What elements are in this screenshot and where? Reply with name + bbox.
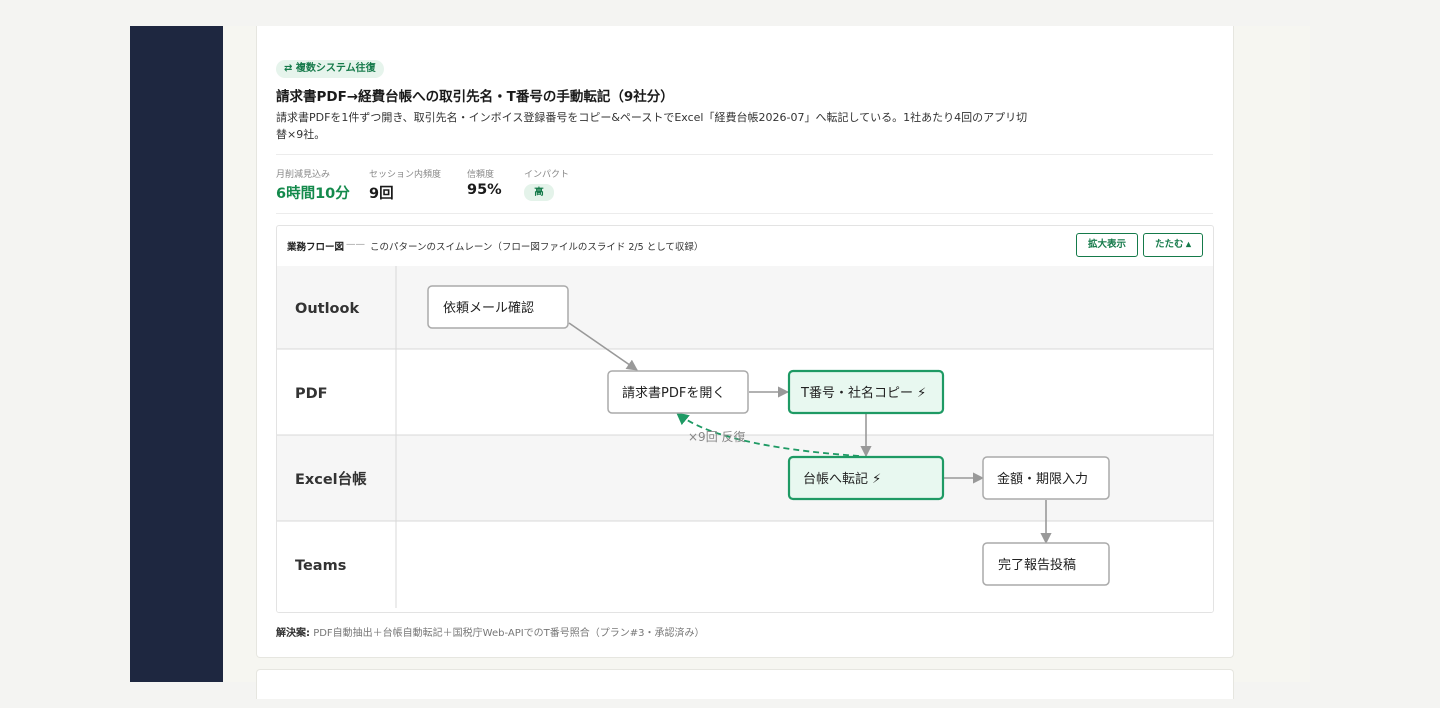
pattern-title: 請求書PDF→経費台帳への取引先名・T番号の手動転記（9社分） — [276, 89, 674, 105]
lane-label-excel: Excel台帳 — [295, 470, 367, 488]
flow-node-copy-tnumber: T番号・社名コピー ⚡ — [787, 369, 945, 415]
swimlane-diagram: Outlook PDF Excel台帳 Teams ×9回 反復 依頼メール確認… — [277, 266, 1213, 612]
metric-label-frequency: セッション内頻度 — [369, 170, 442, 180]
pattern-category-badge: ⇄ 複数システム往復 — [276, 60, 384, 78]
lane-bg-outlook — [277, 266, 1213, 349]
flow-diagram-header: 業務フロー図 —— このパターンのスイムレーン（フロー図ファイルのスライド 2/… — [277, 226, 1213, 266]
pattern-card: ⇄ 複数システム往復 請求書PDF→経費台帳への取引先名・T番号の手動転記（9社… — [256, 26, 1234, 658]
svg-text:台帳へ転記 ⚡: 台帳へ転記 ⚡ — [803, 471, 881, 487]
flow-diagram-title: 業務フロー図 — [287, 242, 345, 253]
divider — [276, 154, 1213, 155]
impact-badge: 高 — [524, 184, 554, 201]
divider — [276, 213, 1213, 214]
swap-arrows-icon: ⇄ — [284, 63, 293, 74]
metric-label-savings: 月削減見込み — [276, 170, 331, 180]
flow-node-transcribe-ledger: 台帳へ転記 ⚡ — [787, 455, 945, 501]
badge-label: 複数システム往復 — [295, 63, 376, 74]
flow-node-post-report: 完了報告投稿 — [982, 542, 1110, 586]
svg-text:金額・期限入力: 金額・期限入力 — [997, 471, 1088, 487]
lane-label-teams: Teams — [295, 558, 346, 574]
flow-diagram-description: このパターンのスイムレーン（フロー図ファイルのスライド 2/5 として収録） — [370, 242, 704, 253]
solution-text: PDF自動抽出＋台帳自動転記＋国税庁Web-APIでのT番号照合（プラン#3・承… — [313, 628, 705, 639]
flow-node-input-amount: 金額・期限入力 — [982, 456, 1110, 500]
svg-text:請求書PDFを開く: 請求書PDFを開く — [622, 386, 725, 401]
sidebar — [130, 26, 223, 682]
solution-label: 解決案: — [276, 628, 310, 639]
metric-label-confidence: 信頼度 — [467, 170, 495, 180]
next-pattern-card — [256, 669, 1234, 699]
pattern-description: 請求書PDFを1件ずつ開き、取引先名・インボイス登録番号をコピー&ペーストでEx… — [276, 111, 1028, 141]
flow-node-check-mail: 依頼メール確認 — [427, 285, 569, 329]
loop-label: ×9回 反復 — [688, 429, 746, 444]
metric-value-confidence: 95% — [467, 182, 502, 198]
collapse-button[interactable]: たたむ ▴ — [1143, 233, 1203, 257]
expand-button[interactable]: 拡大表示 — [1076, 233, 1138, 257]
solution-line: 解決案: PDF自動抽出＋台帳自動転記＋国税庁Web-APIでのT番号照合（プラ… — [276, 624, 705, 639]
svg-text:完了報告投稿: 完了報告投稿 — [998, 557, 1076, 573]
lane-label-outlook: Outlook — [295, 301, 359, 317]
metric-value-savings: 6時間10分 — [276, 186, 350, 202]
flow-diagram-separator: —— — [346, 239, 365, 250]
flow-node-open-pdf: 請求書PDFを開く — [607, 370, 749, 414]
svg-text:T番号・社名コピー ⚡: T番号・社名コピー ⚡ — [800, 385, 926, 401]
flow-diagram-panel: 業務フロー図 —— このパターンのスイムレーン（フロー図ファイルのスライド 2/… — [276, 225, 1214, 613]
lane-label-pdf: PDF — [295, 386, 328, 402]
svg-text:依頼メール確認: 依頼メール確認 — [443, 300, 534, 316]
metric-label-impact: インパクト — [524, 170, 570, 180]
metric-value-frequency: 9回 — [369, 186, 394, 202]
